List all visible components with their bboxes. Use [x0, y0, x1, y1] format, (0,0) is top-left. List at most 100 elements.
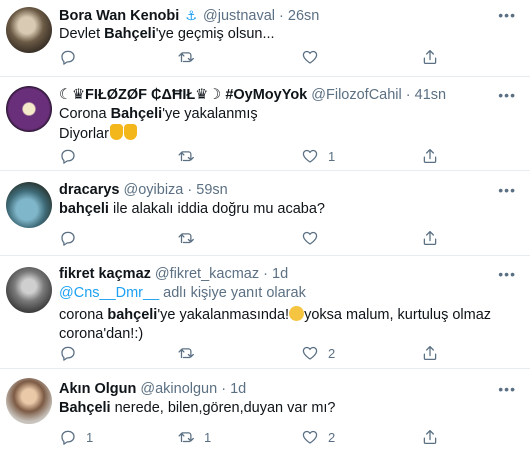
separator-dot: · — [279, 8, 284, 24]
reply-context: @Cns__Dmr__ adlı kişiye yanıt olarak — [59, 284, 516, 303]
author-name[interactable]: Bora Wan Kenobi — [59, 8, 179, 24]
author-name[interactable]: ☾♛FIŁØZØF ₵ΔĦIŁ♛☽ #OyMoyYok — [59, 87, 307, 103]
tweet-text-line: corona'dan!:) — [59, 325, 516, 344]
avatar[interactable] — [6, 378, 52, 424]
author-handle[interactable]: @fikret_kacmaz — [155, 266, 259, 282]
comment-icon — [59, 48, 77, 66]
avatar[interactable] — [6, 182, 52, 228]
author-name[interactable]: dracarys — [59, 182, 119, 198]
heart-icon — [301, 48, 319, 66]
reply-button[interactable]: 1 — [59, 427, 93, 447]
more-icon[interactable]: ••• — [498, 86, 516, 105]
text-segment: yoksa malum, kurtuluş olmaz — [304, 307, 492, 323]
folded-hands-emoji — [109, 124, 123, 140]
reply-mention-link[interactable]: @Cns__Dmr__ — [59, 285, 159, 301]
retweet-count: 1 — [204, 429, 212, 445]
thinking-face-emoji — [289, 306, 305, 321]
highlighted-keyword: bahçeli — [107, 307, 158, 323]
highlighted-keyword: bahçeli — [59, 201, 109, 217]
retweet-button[interactable]: 1 — [177, 427, 211, 447]
comment-icon — [59, 147, 77, 165]
avatar[interactable] — [6, 86, 52, 132]
tweet-text: corona bahçeli'ye yakalanmasında! yoksa m… — [59, 306, 516, 325]
like-button[interactable] — [301, 47, 328, 67]
tweet-text: Devlet Bahçeli'ye geçmiş olsun... — [59, 25, 516, 44]
like-button[interactable]: 2 — [301, 343, 335, 363]
tweet[interactable]: fikret kaçmaz @fikret_kacmaz · 1d ••• @C… — [0, 256, 530, 369]
text-segment: Diyorlar — [59, 126, 109, 142]
more-icon[interactable]: ••• — [498, 6, 516, 25]
share-button[interactable] — [421, 427, 439, 447]
reply-context-text: adlı kişiye yanıt olarak — [159, 285, 306, 301]
text-segment: Devlet — [59, 26, 105, 42]
timestamp[interactable]: 26sn — [288, 8, 319, 24]
reply-button[interactable] — [59, 343, 86, 363]
reply-count: 1 — [86, 429, 94, 445]
timestamp[interactable]: 41sn — [415, 87, 446, 103]
comment-icon — [59, 344, 77, 362]
tweet-text: Bahçeli nerede, bilen,gören,duyan var mı… — [59, 399, 516, 418]
like-count: 1 — [328, 148, 336, 164]
retweet-button[interactable] — [177, 343, 204, 363]
highlighted-keyword: Bahçeli — [110, 106, 163, 122]
avatar[interactable] — [6, 267, 52, 313]
retweet-icon — [177, 147, 195, 165]
separator-dot: · — [405, 87, 411, 103]
timestamp[interactable]: 1d — [272, 266, 288, 282]
author-name[interactable]: fikret kaçmaz — [59, 266, 151, 282]
retweet-icon — [177, 229, 195, 247]
share-icon — [421, 428, 439, 446]
more-icon[interactable]: ••• — [498, 181, 516, 200]
retweet-button[interactable] — [177, 146, 204, 166]
share-icon — [421, 48, 439, 66]
reply-button[interactable] — [59, 146, 86, 166]
separator-dot: · — [221, 381, 227, 397]
tweet[interactable]: dracarys @oyibiza · 59sn ••• bahçeli ile… — [0, 171, 530, 256]
share-button[interactable] — [421, 343, 439, 363]
retweet-button[interactable] — [177, 228, 204, 248]
author-handle[interactable]: @oyibiza — [124, 182, 184, 198]
share-icon — [421, 229, 439, 247]
timestamp[interactable]: 1d — [230, 381, 246, 397]
like-button[interactable] — [301, 228, 328, 248]
highlighted-keyword: Bahçeli — [59, 400, 111, 416]
author-name[interactable]: Akın Olgun — [59, 381, 136, 397]
text-segment: Corona — [59, 106, 111, 122]
share-icon — [421, 344, 439, 362]
like-count: 2 — [328, 345, 336, 361]
comment-icon — [59, 428, 77, 446]
tweet[interactable]: Akın Olgun @akinolgun · 1d ••• Bahçeli n… — [0, 369, 530, 452]
share-button[interactable] — [421, 228, 439, 248]
text-segment: 'ye geçmiş olsun... — [155, 26, 275, 42]
retweet-button[interactable] — [177, 47, 204, 67]
share-button[interactable] — [421, 146, 439, 166]
like-button[interactable]: 2 — [301, 427, 335, 447]
timestamp[interactable]: 59sn — [196, 182, 227, 198]
anchor-emoji: ⚓ — [185, 8, 197, 23]
more-icon[interactable]: ••• — [498, 265, 516, 284]
tweet-text: Corona Bahçeli'ye yakalanmış — [59, 105, 516, 124]
heart-icon — [301, 147, 319, 165]
retweet-icon — [177, 428, 195, 446]
avatar[interactable] — [6, 7, 52, 53]
more-icon[interactable]: ••• — [498, 380, 516, 399]
highlighted-keyword: Bahçeli — [104, 26, 156, 42]
text-segment: nerede, bilen,gören,duyan var mı? — [110, 400, 336, 416]
reply-button[interactable] — [59, 228, 86, 248]
heart-icon — [301, 344, 319, 362]
like-count: 2 — [328, 429, 336, 445]
author-handle[interactable]: @justnaval — [203, 8, 275, 24]
share-icon — [421, 147, 439, 165]
like-button[interactable]: 1 — [301, 146, 335, 166]
reply-button[interactable] — [59, 47, 86, 67]
separator-dot: · — [263, 266, 268, 282]
text-segment: corona'dan!:) — [59, 326, 144, 342]
author-handle[interactable]: @akinolgun — [140, 381, 217, 397]
share-button[interactable] — [421, 47, 439, 67]
author-handle[interactable]: @FilozofCahil — [311, 87, 401, 103]
tweet[interactable]: ☾♛FIŁØZØF ₵ΔĦIŁ♛☽ #OyMoyYok @FilozofCahi… — [0, 77, 530, 171]
text-segment: 'ye yakalanmasında! — [157, 307, 290, 323]
folded-hands-emoji — [123, 124, 137, 140]
text-segment: ile alakalı iddia doğru mu acaba? — [108, 201, 325, 217]
tweet-text-line: Diyorlar — [59, 124, 516, 144]
